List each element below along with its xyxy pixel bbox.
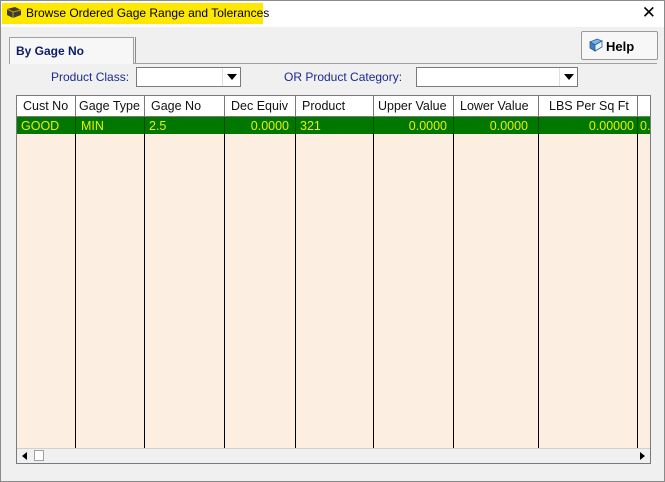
tab-separator xyxy=(135,37,136,63)
cell-extra: 0. xyxy=(640,119,651,133)
table-row[interactable]: GOOD MIN 2.5 0.0000 321 0.0000 0.0000 0.… xyxy=(17,117,650,134)
column-divider xyxy=(373,134,374,452)
chevron-down-icon[interactable] xyxy=(559,68,577,86)
cell-gage-type: MIN xyxy=(76,117,145,134)
product-category-dropdown[interactable] xyxy=(416,67,578,87)
col-header-lower-value[interactable]: Lower Value xyxy=(454,96,539,116)
col-header-extra[interactable] xyxy=(638,96,650,116)
column-divider xyxy=(224,134,225,452)
product-category-label: OR Product Category: xyxy=(284,70,403,84)
chevron-down-icon[interactable] xyxy=(222,68,240,86)
column-divider xyxy=(295,134,296,452)
scroll-right-icon[interactable] xyxy=(634,449,650,463)
cell-gage-no: 2.5 xyxy=(145,117,225,134)
gage-grid[interactable]: Cust No Gage Type Gage No Dec Equiv Prod… xyxy=(16,95,651,464)
cell-upper-value: 0.0000 xyxy=(374,117,454,134)
title-bar: Browse Ordered Gage Range and Tolerances… xyxy=(1,1,664,27)
col-header-product[interactable]: Product xyxy=(296,96,374,116)
browse-gage-window: Browse Ordered Gage Range and Tolerances… xyxy=(0,0,665,482)
cell-product: 321 xyxy=(296,117,374,134)
tab-by-gage-no[interactable]: By Gage No xyxy=(9,37,134,64)
col-header-dec-equiv[interactable]: Dec Equiv xyxy=(225,96,296,116)
help-label: Help xyxy=(606,39,635,54)
help-book-icon xyxy=(589,38,603,52)
column-divider xyxy=(538,134,539,452)
product-class-dropdown[interactable] xyxy=(136,67,241,87)
cell-cust-no: GOOD xyxy=(17,117,76,134)
close-icon[interactable]: ✕ xyxy=(642,3,656,23)
column-divider xyxy=(453,134,454,452)
product-class-label: Product Class: xyxy=(51,70,130,84)
scroll-left-icon[interactable] xyxy=(17,449,33,463)
help-button[interactable]: Help xyxy=(581,31,658,60)
scroll-thumb[interactable] xyxy=(34,450,44,461)
app-icon xyxy=(6,7,22,18)
column-divider xyxy=(144,134,145,452)
col-header-lbs-per-sq-ft[interactable]: LBS Per Sq Ft xyxy=(539,96,638,116)
col-header-gage-type[interactable]: Gage Type xyxy=(76,96,145,116)
grid-header: Cust No Gage Type Gage No Dec Equiv Prod… xyxy=(17,96,650,117)
col-header-upper-value[interactable]: Upper Value xyxy=(374,96,454,116)
column-divider xyxy=(75,134,76,452)
col-header-gage-no[interactable]: Gage No xyxy=(145,96,225,116)
cell-lbs-per-sq-ft: 0.00000 xyxy=(539,117,638,134)
tab-label: By Gage No xyxy=(16,44,85,58)
horizontal-scrollbar[interactable] xyxy=(17,448,650,463)
window-title: Browse Ordered Gage Range and Tolerances xyxy=(26,6,270,20)
column-divider xyxy=(637,134,638,452)
cell-dec-equiv: 0.0000 xyxy=(225,117,296,134)
cell-lower-value: 0.0000 xyxy=(454,117,539,134)
col-header-cust-no[interactable]: Cust No xyxy=(17,96,76,116)
